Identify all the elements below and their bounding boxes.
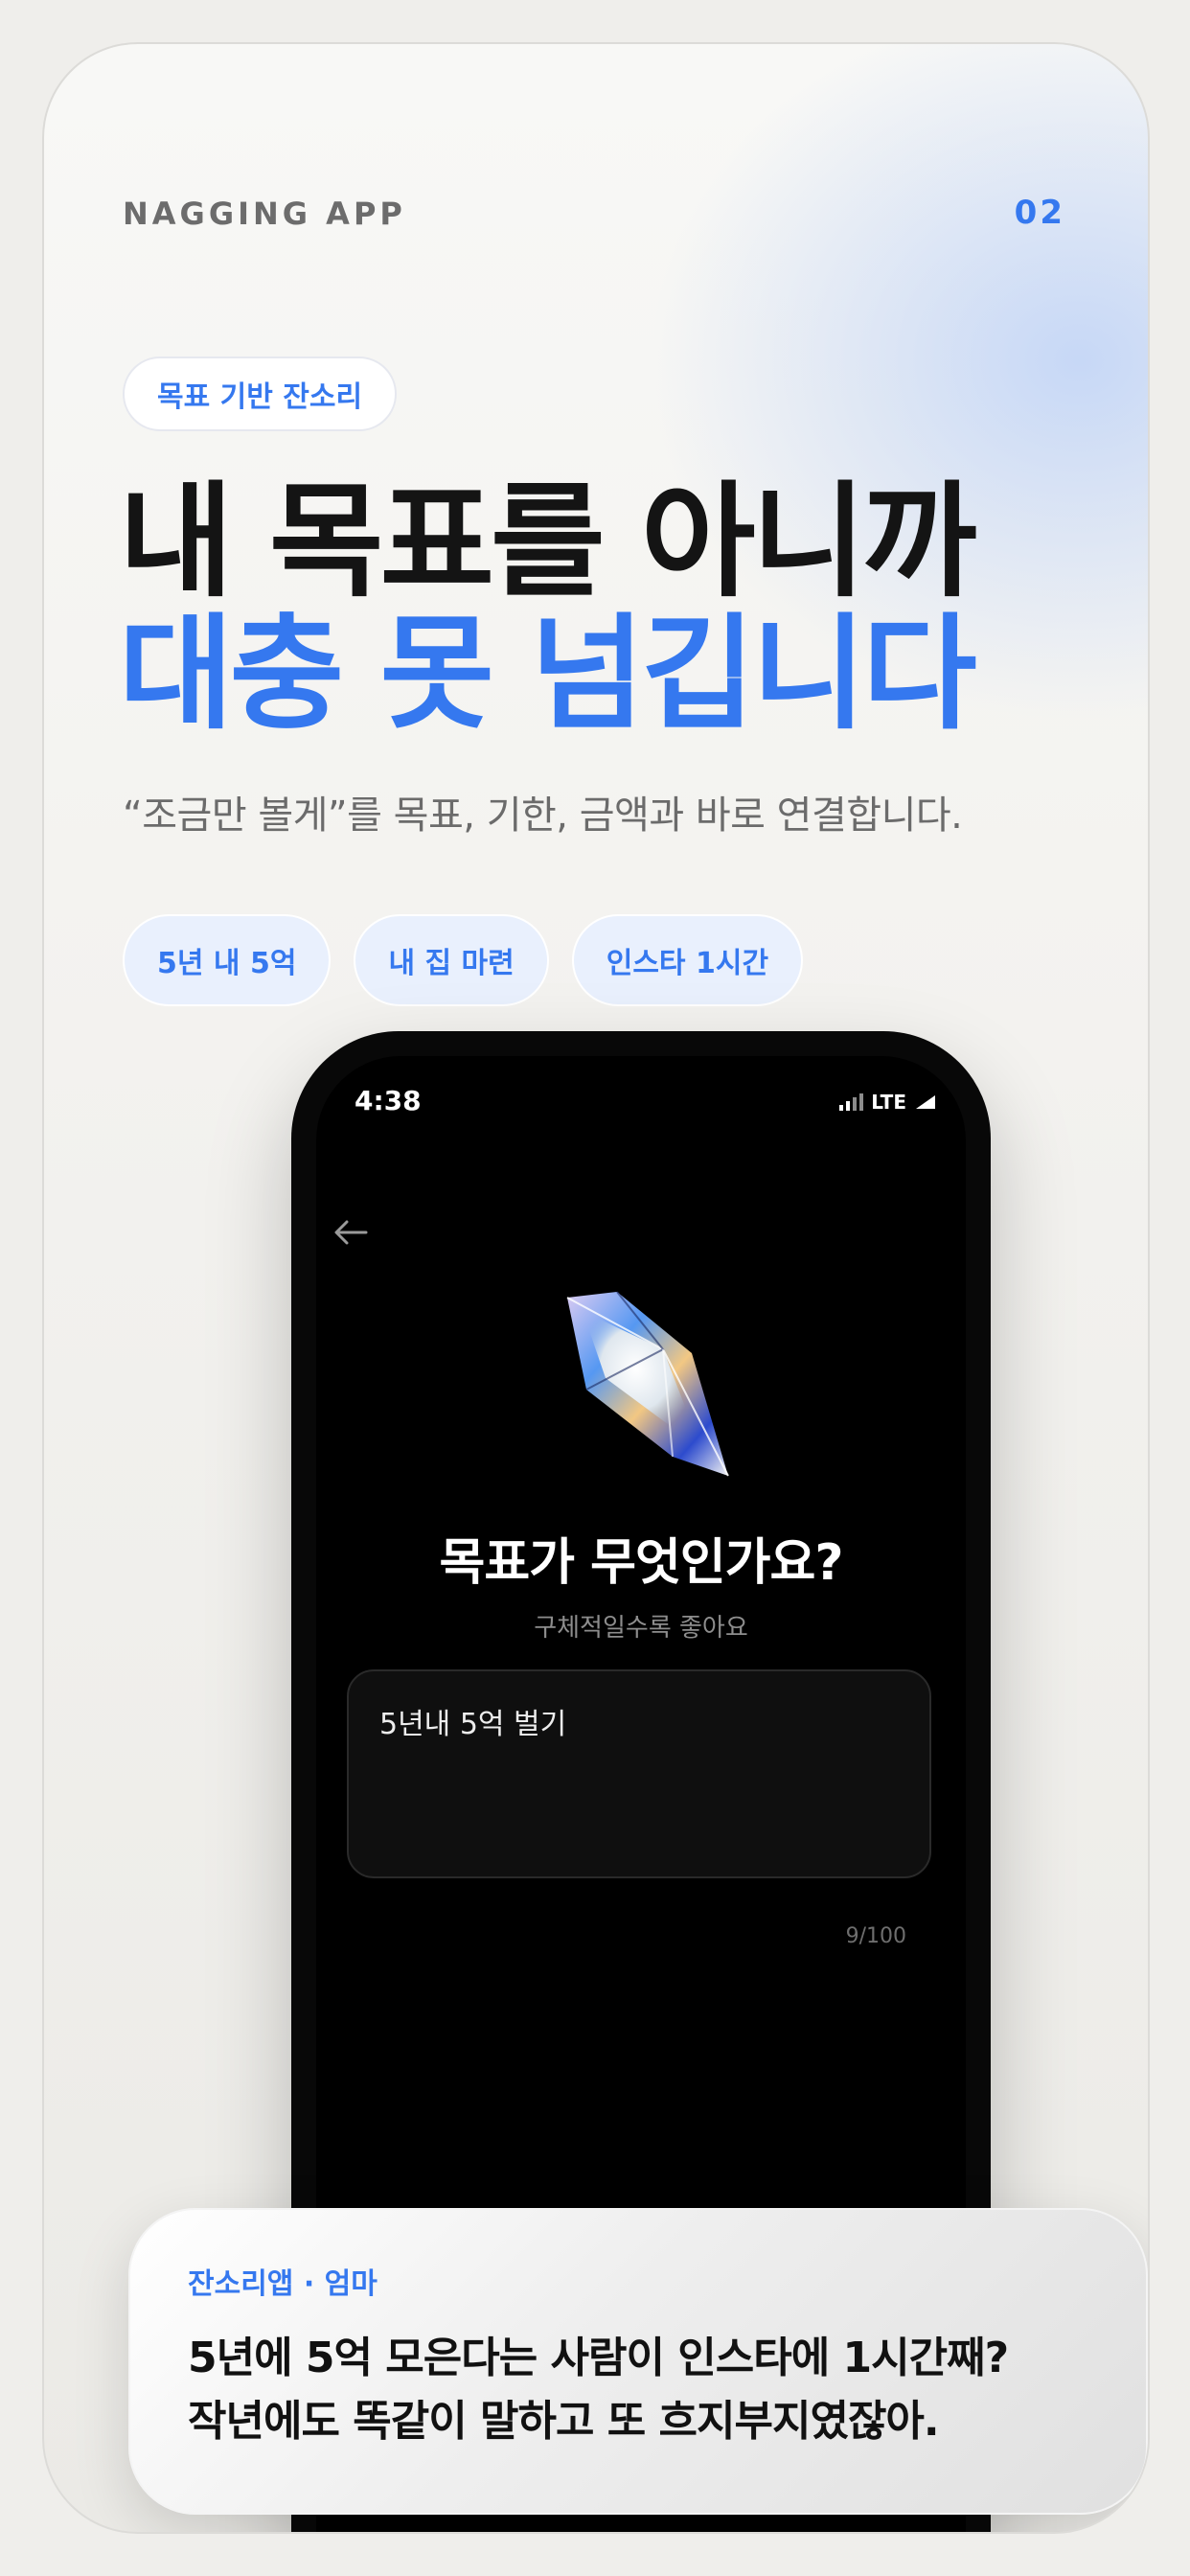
status-time: 4:38 [355, 1085, 422, 1116]
chip-goal: 5년 내 5억 [123, 914, 332, 1006]
message-line-2: 작년에도 똑같이 말하고 또 흐지부지였잖아. [188, 2397, 940, 2446]
nag-message-card: 잔소리앱 · 엄마 5년에 5억 모은다는 사람이 인스타에 1시간째? 작년에… [128, 2208, 1148, 2515]
goal-input[interactable]: 5년내 5억 벌기 [347, 1669, 931, 1878]
crystal-icon [566, 1291, 729, 1477]
page-number: 02 [1014, 194, 1065, 232]
battery-icon [916, 1095, 935, 1109]
chip-instagram: 인스타 1시간 [571, 914, 804, 1006]
subcopy: “조금만 볼게”를 목표, 기한, 금액과 바로 연결합니다. [123, 794, 963, 838]
goal-question-title: 목표가 무엇인가요? [439, 1534, 844, 1592]
status-indicators: LTE [839, 1091, 937, 1114]
headline-line-1: 내 목표를 아니까 [119, 469, 977, 614]
feature-badge: 목표 기반 잔소리 [123, 356, 398, 431]
goal-question-subtitle: 구체적일수록 좋아요 [534, 1614, 748, 1643]
message-sender: 잔소리앱 · 엄마 [188, 2267, 378, 2301]
headline: 내 목표를 아니까 대충 못 넘깁니다 [119, 469, 977, 747]
promo-card: NAGGING APP 02 목표 기반 잔소리 내 목표를 아니까 대충 못 … [42, 42, 1150, 2534]
char-counter: 9/100 [845, 1924, 906, 1948]
app-name: NAGGING APP [123, 196, 406, 232]
chip-house: 내 집 마련 [354, 914, 549, 1006]
signal-icon [839, 1093, 864, 1111]
message-text: 5년에 5억 모은다는 사람이 인스타에 1시간째? 작년에도 똑같이 말하고 … [188, 2327, 1088, 2453]
message-line-1: 5년에 5억 모은다는 사람이 인스타에 1시간째? [188, 2334, 1009, 2382]
example-chips: 5년 내 5억 내 집 마련 인스타 1시간 [123, 914, 804, 1006]
back-arrow-icon[interactable] [322, 1204, 379, 1261]
headline-line-2: 대충 못 넘깁니다 [119, 601, 977, 747]
network-label: LTE [871, 1091, 906, 1114]
